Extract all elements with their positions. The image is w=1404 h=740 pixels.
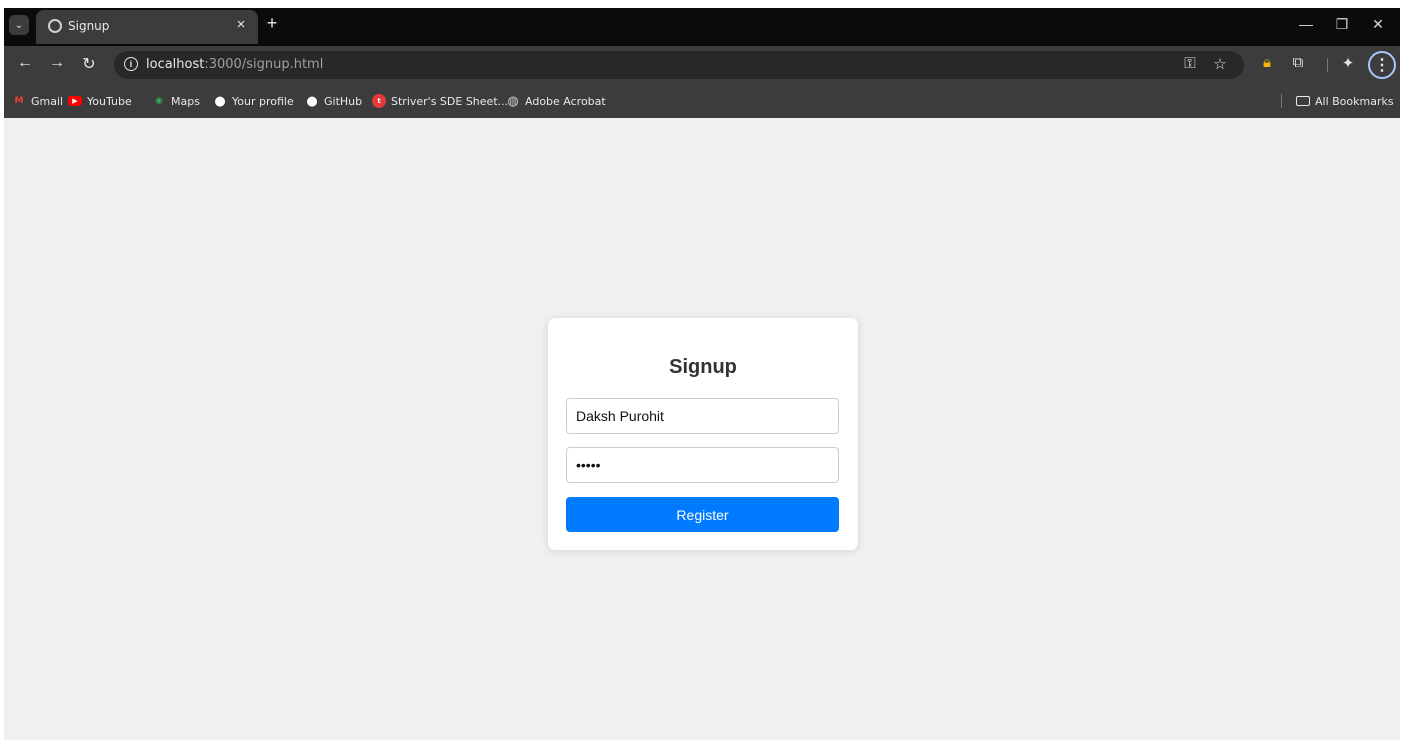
close-window-button[interactable]: ✕ — [1366, 16, 1390, 33]
bookmark-github[interactable]: ● GitHub — [305, 93, 362, 109]
gmail-icon: M — [14, 96, 24, 106]
folder-icon — [1296, 96, 1310, 106]
all-bookmarks-button[interactable]: All Bookmarks — [1296, 93, 1394, 109]
bookmark-adobe-acrobat[interactable]: ◍ Adobe Acrobat — [506, 93, 606, 109]
bookmark-label: Maps — [171, 94, 200, 108]
bookmark-label: Striver's SDE Sheet... — [391, 94, 509, 108]
youtube-icon: ▶ — [68, 96, 82, 106]
extensions-icon[interactable]: ⧉ — [1287, 54, 1309, 71]
browser-window: ⌄ Signup × + — ❐ ✕ ← → ↻ i localhost:300… — [4, 8, 1400, 740]
bookmark-label: Your profile — [232, 94, 294, 108]
all-bookmarks-label: All Bookmarks — [1315, 94, 1394, 108]
bookmark-youtube[interactable]: ▶ YouTube — [68, 93, 132, 109]
bookmark-gmail[interactable]: M Gmail — [12, 93, 64, 109]
bookmark-label: YouTube — [87, 94, 132, 108]
address-bar[interactable]: i localhost:3000/signup.html ⚿ ☆ — [114, 51, 1244, 79]
tab-signup[interactable]: Signup × — [36, 10, 258, 44]
bookmark-strivers-sde-sheet[interactable]: t Striver's SDE Sheet... — [372, 93, 508, 109]
bookmark-label: Adobe Acrobat — [525, 94, 606, 108]
signup-title: Signup — [669, 356, 737, 378]
maps-icon: ◉ — [155, 96, 163, 106]
tab-strip: ⌄ Signup × + — ❐ ✕ — [4, 8, 1400, 46]
reload-button[interactable]: ↻ — [78, 54, 100, 74]
bookmark-label: GitHub — [324, 94, 363, 108]
github-icon: ● — [214, 93, 226, 109]
key-icon[interactable]: ⚿ — [1180, 55, 1200, 72]
back-button[interactable]: ← — [14, 54, 36, 72]
password-field[interactable]: ••••• — [566, 447, 839, 483]
new-tab-button[interactable]: + — [262, 13, 282, 34]
signup-card: Signup Daksh Purohit ••••• Register — [548, 318, 858, 550]
bookmark-your-profile[interactable]: ● Your profile — [213, 93, 294, 109]
globe-icon — [48, 19, 62, 33]
profile-icon[interactable]: ✦ — [1337, 54, 1359, 72]
globe-icon: ◍ — [507, 93, 519, 109]
site-info-icon[interactable]: i — [124, 57, 138, 71]
url-text[interactable]: localhost:3000/signup.html — [146, 57, 323, 72]
close-tab-icon[interactable]: × — [232, 16, 250, 33]
url-path: :3000/signup.html — [204, 57, 324, 72]
bookmark-maps[interactable]: ◉ Maps — [152, 93, 200, 109]
register-button[interactable]: Register — [566, 497, 839, 532]
menu-icon[interactable]: ⋮ — [1368, 51, 1396, 79]
username-field[interactable]: Daksh Purohit — [566, 398, 839, 434]
toolbar: ← → ↻ i localhost:3000/signup.html ⚿ ☆ 🔒… — [4, 46, 1400, 84]
minimize-button[interactable]: — — [1294, 16, 1318, 32]
tuf-icon: t — [372, 94, 386, 108]
restore-button[interactable]: ❐ — [1330, 16, 1354, 33]
star-icon[interactable]: ☆ — [1210, 55, 1230, 73]
page-content: Signup Daksh Purohit ••••• Register — [4, 118, 1400, 740]
bookmarks-bar: M Gmail ▶ YouTube ◉ Maps ● Your profile … — [4, 84, 1400, 118]
url-host: localhost — [146, 57, 205, 72]
tab-search-button[interactable]: ⌄ — [9, 15, 29, 35]
bookmark-label: Gmail — [31, 94, 64, 108]
tab-title: Signup — [68, 19, 110, 33]
bookmarks-divider — [1281, 94, 1282, 108]
toolbar-divider — [1327, 58, 1328, 72]
lock-extension-icon[interactable]: 🔒︎ — [1256, 54, 1278, 71]
forward-button[interactable]: → — [46, 54, 68, 72]
github-icon: ● — [306, 93, 318, 109]
